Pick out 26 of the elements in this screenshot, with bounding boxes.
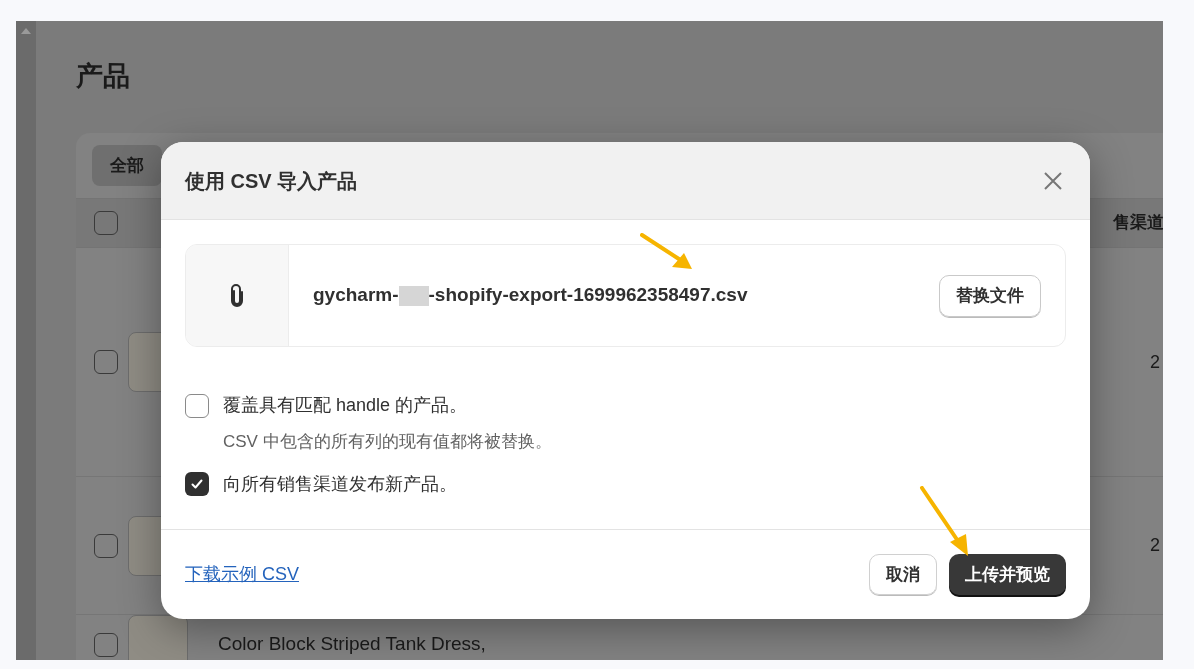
annotation-arrow [918,486,970,556]
option-label: 向所有销售渠道发布新产品。 [223,472,457,496]
table-cell-text: 2 [1150,350,1160,374]
upload-preview-button[interactable]: 上传并预览 [949,554,1066,595]
product-name: Color Block Striped Tank Dress, [218,632,486,657]
column-header: 售渠道 [1113,212,1163,235]
scroll-up-icon[interactable] [21,28,31,34]
file-name: -shopify-export-1699962358497.csv [428,283,748,308]
checkbox[interactable] [185,393,209,418]
option-label: 覆盖具有匹配 handle 的产品。 [223,394,468,417]
annotation-arrow [640,233,692,271]
table-cell-text: 2 [1150,534,1160,557]
redaction-block [398,285,429,306]
file-name: gycharm- [313,283,399,308]
page-title: 产品 [76,60,131,93]
option-hint: CSV 中包含的所有列的现有值都将被替换。 [223,431,553,453]
checkmark-icon [190,477,204,491]
dialog-title: 使用 CSV 导入产品 [185,168,358,194]
checkbox[interactable] [94,632,118,657]
download-sample-link[interactable]: 下载示例 CSV [185,561,299,588]
checkbox[interactable] [94,350,118,374]
checkbox[interactable] [94,533,118,558]
cancel-button[interactable]: 取消 [869,554,937,595]
checkbox[interactable] [185,472,209,496]
replace-file-button[interactable]: 替换文件 [939,274,1041,317]
checkbox[interactable] [94,211,118,235]
